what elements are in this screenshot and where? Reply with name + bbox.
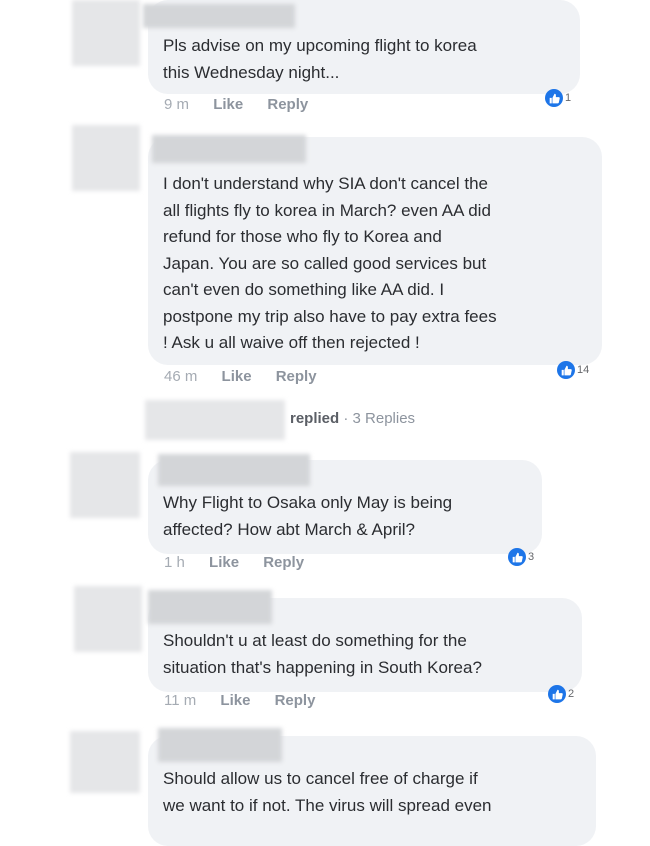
- comment-text: Pls advise on my upcoming flight to kore…: [163, 36, 477, 82]
- reaction-number: 14: [577, 364, 590, 376]
- commenter-name[interactable]: [158, 454, 310, 486]
- reply-button[interactable]: Reply: [263, 554, 304, 571]
- replies-count: · 3 Replies: [343, 410, 416, 427]
- commenter-name[interactable]: [158, 728, 282, 762]
- avatar[interactable]: [72, 125, 140, 191]
- avatar[interactable]: [70, 731, 140, 793]
- like-button[interactable]: Like: [222, 368, 252, 385]
- replies-link[interactable]: replied · 3 Replies: [290, 410, 415, 427]
- reaction-number: 1: [565, 92, 572, 104]
- reaction-number: 2: [568, 688, 575, 700]
- comment-actions: 46 m Like Reply: [164, 368, 337, 385]
- reply-avatars[interactable]: [145, 400, 285, 440]
- comment-actions: 1 h Like Reply: [164, 554, 324, 571]
- comment-text: Shouldn't u at least do something for th…: [163, 631, 482, 677]
- comment-text: Why Flight to Osaka only May is being af…: [163, 493, 453, 539]
- comment-timestamp[interactable]: 1 h: [164, 554, 185, 571]
- comment-timestamp[interactable]: 9 m: [164, 96, 189, 113]
- commenter-name[interactable]: [152, 135, 306, 163]
- thumbs-up-icon: [545, 89, 563, 107]
- avatar[interactable]: [74, 586, 142, 652]
- avatar[interactable]: [72, 0, 140, 66]
- reply-button[interactable]: Reply: [276, 368, 317, 385]
- comment-timestamp[interactable]: 46 m: [164, 368, 197, 385]
- reaction-count[interactable]: 1: [545, 89, 571, 107]
- comment-text: Should allow us to cancel free of charge…: [163, 769, 492, 815]
- like-button[interactable]: Like: [209, 554, 239, 571]
- replied-label: replied: [290, 410, 340, 427]
- thumbs-up-icon: [557, 361, 575, 379]
- avatar[interactable]: [70, 452, 140, 518]
- like-button[interactable]: Like: [213, 96, 243, 113]
- comment-text: I don't understand why SIA don't cancel …: [163, 174, 497, 352]
- comment-actions: 11 m Like Reply: [164, 692, 335, 709]
- comment-timestamp[interactable]: 11 m: [164, 692, 196, 709]
- like-button[interactable]: Like: [220, 692, 250, 709]
- reaction-number: 3: [528, 551, 535, 563]
- reaction-count[interactable]: 3: [508, 548, 534, 566]
- commenter-name[interactable]: [143, 4, 295, 28]
- thumbs-up-icon: [508, 548, 526, 566]
- comment-actions: 9 m Like Reply: [164, 96, 328, 113]
- reaction-count[interactable]: 14: [557, 361, 589, 379]
- commenter-name[interactable]: [148, 590, 272, 624]
- thumbs-up-icon: [548, 685, 566, 703]
- reaction-count[interactable]: 2: [548, 685, 574, 703]
- reply-button[interactable]: Reply: [267, 96, 308, 113]
- reply-button[interactable]: Reply: [275, 692, 316, 709]
